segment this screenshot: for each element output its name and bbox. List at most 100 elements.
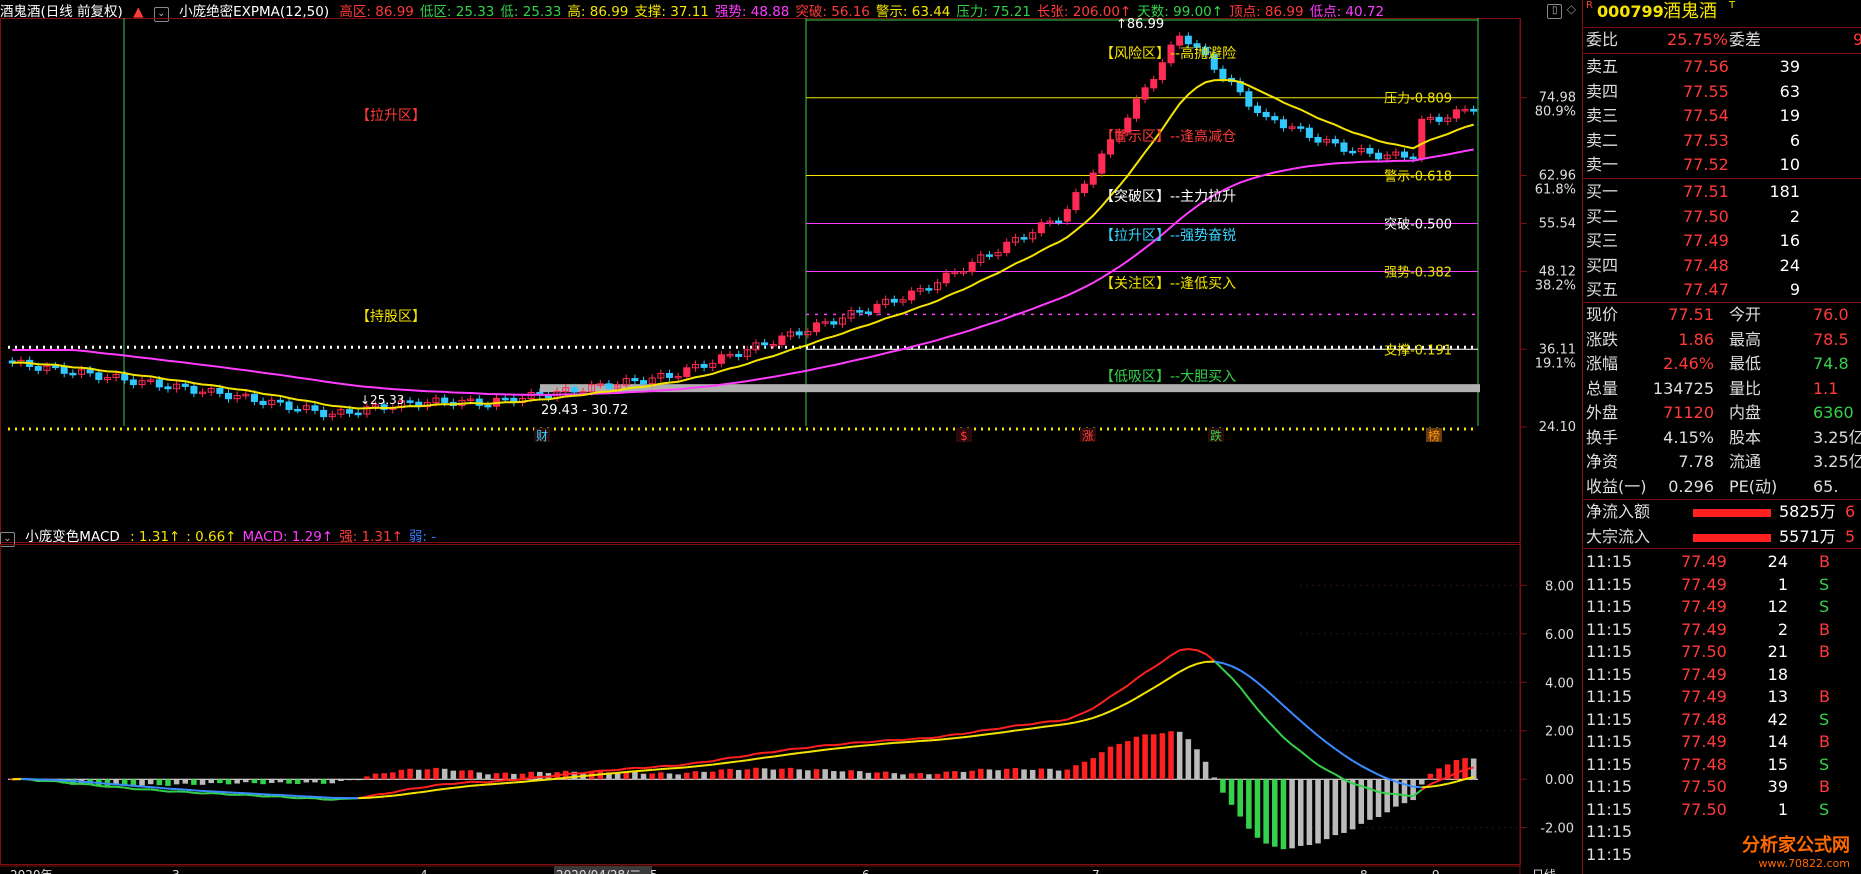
macd-bar [1436,768,1442,780]
macd-bar [848,770,854,780]
macd-dea-line [911,740,921,743]
zone-label: 【突破区】--主力拉升 [1100,189,1236,205]
tick-row: 11:15 77.49 13 B [1583,685,1861,710]
macd-dea-line [1291,712,1302,722]
stat-value: 3.25亿 [1813,452,1861,471]
macd-bar [208,779,214,784]
stat-value: 7.78 [1678,452,1714,471]
macd-dea-line [288,794,298,798]
time-axis-label: 9 [1432,868,1440,874]
fib-label: 压力-0.809 [1384,92,1452,107]
tick-side: B [1819,619,1830,639]
fib-label: 警示-0.618 [1384,169,1452,185]
tick-time: 11:15 [1586,642,1633,661]
tick-volume: 13 [1767,687,1788,706]
tick-side: S [1819,574,1830,594]
macd-dea-line [1308,727,1319,737]
stat-label: PE(动) [1729,476,1778,496]
macd-bar [744,769,751,780]
candle-body [216,387,224,394]
macd-dea-line [427,789,437,793]
macd-histogram [9,731,1477,850]
macd-dif-line [851,741,860,744]
candle-body [1020,237,1028,240]
macd-dea-line [522,780,532,783]
toggle-panel-icon[interactable]: ▯ [1547,4,1563,19]
macd-bar [640,773,647,780]
macd-bar [1453,760,1460,780]
stat-label: 内盘 [1729,403,1762,422]
diamond-icon[interactable]: ◇ [1567,2,1576,16]
chart-area[interactable]: 酒鬼酒(日线 前复权) ▲ ⌄ 小庞绝密EXPMA(12,50) 高区: 86.… [0,0,1582,874]
zone-label: 【拉升区】--强势奋锐 [1100,228,1236,244]
macd-bar [225,779,232,785]
fib-label: 支撑-0.191 [1384,343,1452,358]
price-chart[interactable]: 【拉升区】【持股区】 【风险区】--高抛避险【警示区】--逢高减仓【突破区】--主… [0,18,1582,544]
macd-dea-line [876,742,886,746]
macd-chart[interactable]: 8.00 6.00 4.00 2.00 0.00 -2.00 2020年 3 4 2020/04/… [0,544,1582,874]
weibi-label: 委比 [1586,30,1619,49]
macd-dif-line [1023,723,1033,726]
candle-body [1470,108,1478,112]
macd-dea-line [1447,780,1457,785]
macd-bar [199,779,206,785]
candle-body [294,408,302,412]
period-label: 日线 [1532,868,1556,874]
macd-bar [1306,779,1313,845]
macd-dif-line [1395,793,1405,797]
macd-bar [234,779,240,784]
candle-body [1262,111,1270,118]
macd-bar [692,771,699,780]
macd-dea-line [159,786,169,790]
candle-body [968,261,976,273]
event-mark: 榜 [1428,428,1440,443]
price-axis-label: 74.98 [1539,91,1576,106]
macd-dif-line [842,741,852,746]
macd-bar [381,773,387,780]
macd-dea-line [1161,676,1172,684]
macd-dea-line [548,777,558,781]
macd-dif-line [703,760,713,764]
macd-bar [1384,779,1390,813]
macd-dif-line [963,731,973,735]
macd-dea-line [107,782,117,786]
macd-dea-line [600,772,610,776]
tick-side: B [1819,642,1830,661]
macd-dea-line [133,784,143,788]
macd-dif-line [1265,718,1276,729]
stock-name: 酒鬼酒 [1663,1,1717,22]
price-axis-label: 62.96 [1539,169,1576,184]
stat-label: 收益(一) [1586,476,1647,496]
macd-dea-line [773,754,783,758]
macd-dea-line [1413,785,1422,789]
time-axis-label: 8 [1360,868,1368,874]
macd-dif-line [1308,757,1319,766]
macd-dif-line [591,769,601,773]
macd-dif-line [626,766,635,770]
macd-dif-line [159,789,169,793]
macd-dif-line [1300,750,1311,760]
macd-dif-line [1430,779,1440,786]
macd-dea-line [124,784,134,787]
macd-bar [839,771,846,780]
macd-dif-line [1239,686,1250,700]
tick-row: 11:15 77.48 42 S [1583,708,1861,733]
pct-axis-label: 61.8% [1535,183,1576,198]
macd-dea-line [392,793,402,797]
macd-dea-line [920,739,929,743]
macd-dif-line [1092,701,1103,710]
macd-dif-line [721,756,731,761]
macd-bar [1341,779,1347,833]
macd-dif-line [531,775,540,779]
price-axis-label: 36.11 [1539,342,1576,357]
macd-dea-line [1135,692,1146,699]
bid-label: 买四 [1586,255,1619,275]
macd-dif-line [911,737,921,741]
stat-value: 1.1 [1813,378,1839,398]
macd-bar [761,768,768,780]
macd-bar [1064,769,1071,780]
tick-price: 77.50 [1681,799,1727,819]
bid-price: 77.48 [1683,255,1729,275]
macd-dea-line [1256,681,1267,691]
macd-name[interactable]: 小庞变色MACD [25,529,119,545]
